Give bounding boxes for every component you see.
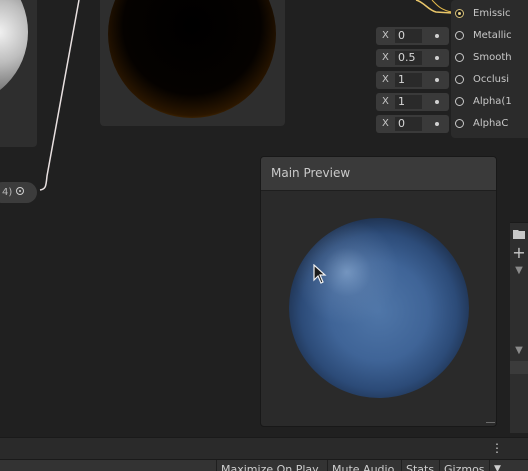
inspector-strip: + ▼ ▼: [510, 222, 528, 433]
input-field-alpha-clip[interactable]: X 0: [376, 115, 449, 133]
connector-dot-icon: [435, 78, 439, 82]
axis-label: X: [382, 96, 389, 107]
selected-row-band: [510, 361, 528, 374]
resize-handle-icon[interactable]: [486, 419, 495, 423]
game-view-header: [0, 437, 528, 460]
value-input[interactable]: 0: [395, 117, 422, 131]
value-input[interactable]: 0.5: [395, 51, 422, 65]
port-icon[interactable]: [455, 9, 464, 18]
triangle-down-icon[interactable]: ▼: [510, 265, 528, 276]
port-icon[interactable]: [455, 75, 464, 84]
connector-dot-icon: [435, 56, 439, 60]
axis-label: X: [382, 30, 389, 41]
axis-label: X: [382, 118, 389, 129]
preview-node-left-clip: [0, 0, 37, 147]
output-port-icon[interactable]: [16, 187, 24, 195]
preview-sphere[interactable]: [289, 218, 469, 398]
output-slot-label: 4): [2, 187, 13, 198]
port-label: Smooth: [473, 52, 512, 63]
emission-sphere-preview: [108, 0, 276, 118]
gizmos-dropdown-icon[interactable]: ▼: [489, 460, 528, 471]
port-icon[interactable]: [455, 97, 464, 106]
main-preview-header[interactable]: Main Preview: [261, 157, 496, 191]
input-field-metallic[interactable]: X 0: [376, 27, 449, 45]
mouse-cursor-icon: [313, 264, 327, 284]
port-icon[interactable]: [455, 119, 464, 128]
triangle-down-icon[interactable]: ▼: [510, 345, 528, 356]
port-label: Emissic: [473, 8, 511, 19]
port-label: Alpha(1: [473, 96, 512, 107]
kebab-menu-icon[interactable]: ⋮: [491, 440, 503, 456]
port-label: AlphaC: [473, 118, 509, 129]
connector-dot-icon: [435, 100, 439, 104]
preview-node-center[interactable]: [100, 0, 285, 126]
port-icon[interactable]: [455, 53, 464, 62]
maximize-on-play-button[interactable]: Maximize On Play: [216, 460, 326, 471]
mute-audio-button[interactable]: Mute Audio: [327, 460, 401, 471]
game-view-toolbar: Maximize On Play Mute Audio Stats Gizmos…: [0, 459, 528, 471]
output-slot-pill[interactable]: 4): [0, 182, 37, 203]
value-input[interactable]: 1: [395, 95, 422, 109]
stats-button[interactable]: Stats: [401, 460, 439, 471]
value-input[interactable]: 1: [395, 73, 422, 87]
plus-icon[interactable]: +: [510, 243, 528, 263]
folder-icon[interactable]: [510, 227, 528, 243]
port-label: Occlusi: [473, 74, 509, 85]
axis-label: X: [382, 52, 389, 63]
main-preview-panel[interactable]: Main Preview: [260, 156, 497, 427]
connector-dot-icon: [435, 122, 439, 126]
gizmos-button[interactable]: Gizmos: [439, 460, 489, 471]
connector-dot-icon: [435, 34, 439, 38]
value-input[interactable]: 0: [395, 29, 422, 43]
white-sphere-preview: [0, 0, 28, 106]
input-field-alpha[interactable]: X 1: [376, 93, 449, 111]
axis-label: X: [382, 74, 389, 85]
port-label: Metallic: [473, 30, 512, 41]
port-icon[interactable]: [455, 31, 464, 40]
input-field-occlusion[interactable]: X 1: [376, 71, 449, 89]
main-preview-title: Main Preview: [271, 166, 351, 180]
input-field-smoothness[interactable]: X 0.5: [376, 49, 449, 67]
